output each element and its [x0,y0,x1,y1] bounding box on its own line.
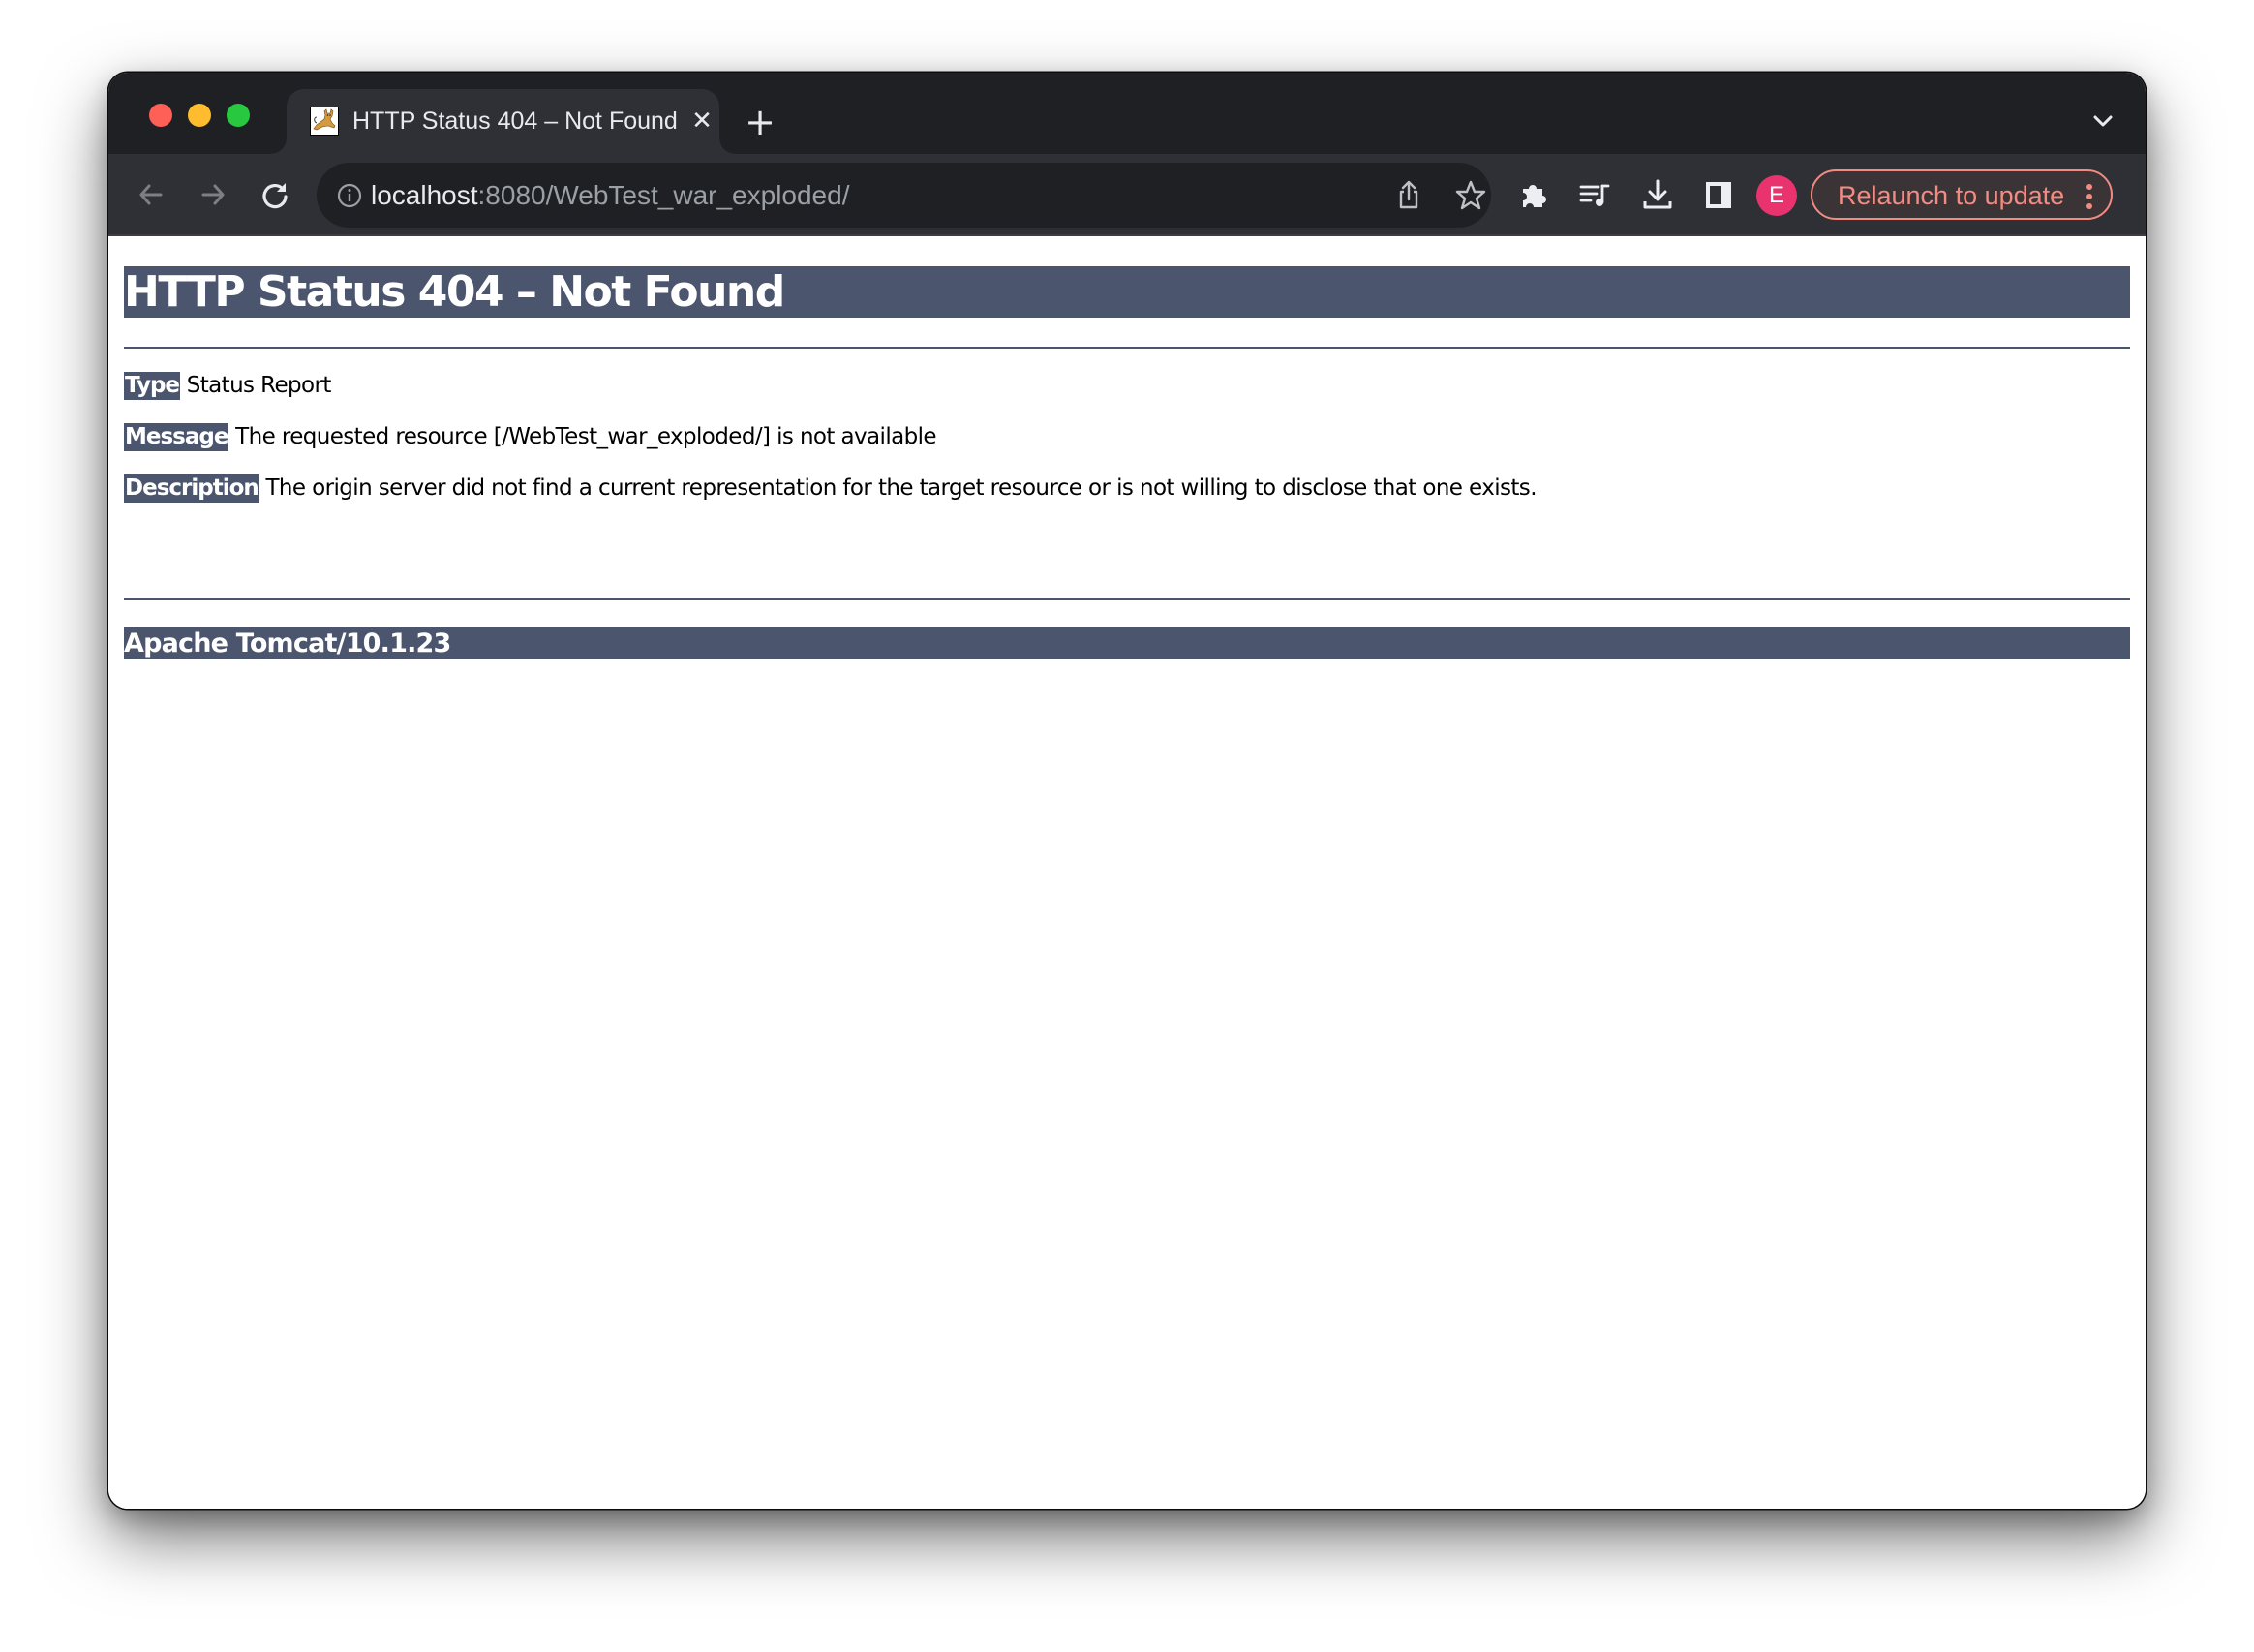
browser-window: HTTP Status 404 – Not Found ✕ + localhos… [108,73,2146,1509]
tab-active[interactable]: HTTP Status 404 – Not Found ✕ [271,89,735,154]
close-window-button[interactable] [149,104,172,127]
divider [124,598,2130,600]
description-row: Description The origin server did not fi… [124,474,1538,503]
type-label: Type [124,372,180,400]
description-label: Description [124,474,259,503]
message-value: The requested resource [/WebTest_war_exp… [235,424,936,449]
tab-search-chevron-icon[interactable] [2089,109,2117,133]
forward-icon[interactable] [194,175,232,214]
new-tab-button[interactable]: + [743,104,777,140]
bookmark-star-icon[interactable] [1451,176,1490,215]
address-bar[interactable]: localhost:8080/WebTest_war_exploded/ [317,163,1491,228]
url-text[interactable]: localhost:8080/WebTest_war_exploded/ [371,179,849,212]
type-row: Type Status Report [124,372,331,400]
profile-avatar[interactable]: E [1756,175,1797,216]
extensions-icon[interactable] [1514,175,1553,214]
divider [124,347,2130,349]
more-vertical-icon[interactable] [2086,183,2093,210]
url-path: :8080/WebTest_war_exploded/ [477,180,850,210]
tab-title: HTTP Status 404 – Not Found [352,107,678,135]
tomcat-favicon-icon [310,107,339,136]
share-icon[interactable] [1389,176,1428,215]
side-panel-icon[interactable] [1698,175,1737,214]
media-queue-icon[interactable] [1575,175,1614,214]
message-row: Message The requested resource [/WebTest… [124,423,937,451]
page-content: HTTP Status 404 – Not Found Type Status … [108,236,2146,1509]
page-title: HTTP Status 404 – Not Found [124,266,2130,318]
close-tab-icon[interactable]: ✕ [687,107,716,136]
relaunch-label: Relaunch to update [1838,181,2065,210]
type-value: Status Report [186,373,332,398]
info-icon[interactable] [336,182,363,209]
maximize-window-button[interactable] [227,104,250,127]
minimize-window-button[interactable] [188,104,211,127]
url-host: localhost [371,180,478,210]
back-icon[interactable] [132,175,170,214]
message-label: Message [124,423,228,451]
relaunch-to-update-button[interactable]: Relaunch to update [1811,169,2113,220]
tab-bar: HTTP Status 404 – Not Found ✕ + [108,73,2146,154]
description-value: The origin server did not find a current… [265,475,1537,501]
server-version-footer: Apache Tomcat/10.1.23 [124,627,2130,659]
reload-icon[interactable] [256,175,294,214]
download-icon[interactable] [1638,175,1677,214]
toolbar: localhost:8080/WebTest_war_exploded/ E R… [108,154,2146,236]
